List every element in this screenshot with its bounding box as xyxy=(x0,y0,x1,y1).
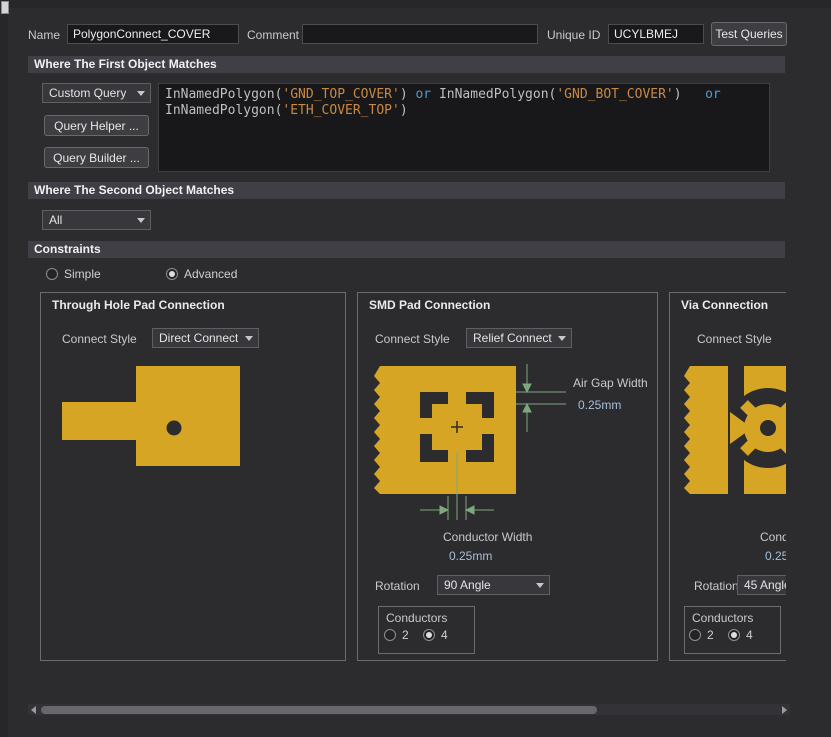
radio-selected-icon xyxy=(166,268,178,280)
arrow-left-icon xyxy=(31,706,36,714)
chevron-down-icon xyxy=(558,336,566,341)
second-object-scope-value: All xyxy=(49,213,62,227)
window-left-edge xyxy=(0,0,8,737)
via-rotation-value: 45 Angle xyxy=(744,578,786,592)
advanced-mode-radio[interactable]: Advanced xyxy=(166,267,237,281)
query-token: ) xyxy=(674,87,682,102)
first-object-scope-value: Custom Query xyxy=(49,86,126,100)
second-object-scope-dropdown[interactable]: All xyxy=(42,210,151,230)
chevron-down-icon xyxy=(536,583,544,588)
name-label: Name xyxy=(28,28,60,42)
radio-selected-icon xyxy=(423,629,435,641)
via-conductors-label: Conductors xyxy=(692,611,753,625)
simple-mode-label: Simple xyxy=(64,267,101,281)
smd-conductors-label: Conductors xyxy=(386,611,447,625)
smd-rotation-value: 90 Angle xyxy=(444,578,491,592)
via-conductors-2-radio[interactable]: 2 xyxy=(689,628,714,642)
query-helper-button[interactable]: Query Helper ... xyxy=(44,115,149,136)
comment-input[interactable] xyxy=(302,24,538,44)
second-object-section-header: Where The Second Object Matches xyxy=(28,182,785,199)
simple-mode-radio[interactable]: Simple xyxy=(46,267,101,281)
smd-conductors-4-radio[interactable]: 4 xyxy=(423,628,448,642)
constraints-section-header: Constraints xyxy=(28,241,785,258)
pad-hole xyxy=(167,421,182,436)
query-token: ) xyxy=(400,103,408,118)
air-gap-width-label: Air Gap Width xyxy=(573,376,648,390)
through-hole-title: Through Hole Pad Connection xyxy=(52,298,225,312)
query-text: InNamedPolygon('GND_TOP_COVER') or InNam… xyxy=(165,87,721,118)
via-conductors-4-radio[interactable]: 4 xyxy=(728,628,753,642)
through-hole-connect-style-value: Direct Connect xyxy=(159,331,238,345)
smd-rotation-dropdown[interactable]: 90 Angle xyxy=(437,575,550,595)
smd-connect-style-label: Connect Style xyxy=(375,332,450,346)
smd-conductors-4-label: 4 xyxy=(441,628,448,642)
query-token: or xyxy=(415,87,431,102)
radio-selected-icon xyxy=(728,629,740,641)
query-editor[interactable]: InNamedPolygon('GND_TOP_COVER') or InNam… xyxy=(158,83,770,172)
comment-label: Comment xyxy=(247,28,299,42)
radio-icon xyxy=(384,629,396,641)
smd-connect-style-dropdown[interactable]: Relief Connect xyxy=(466,328,572,348)
through-hole-connect-style-label: Connect Style xyxy=(62,332,137,346)
query-token: ) xyxy=(400,87,416,102)
query-token: 'GND_BOT_COVER' xyxy=(556,87,673,102)
smd-conductor-width-value: 0.25mm xyxy=(449,549,492,563)
via-conductors-2-label: 2 xyxy=(707,628,714,642)
query-token: or xyxy=(705,87,721,102)
smd-title: SMD Pad Connection xyxy=(369,298,490,312)
test-queries-button[interactable]: Test Queries xyxy=(711,22,787,46)
via-title: Via Connection xyxy=(681,298,768,312)
copper-polygon-strip xyxy=(684,366,728,494)
advanced-mode-label: Advanced xyxy=(184,267,237,281)
query-token: 'ETH_COVER_TOP' xyxy=(282,103,399,118)
window-top-edge xyxy=(0,0,831,8)
via-relief-connect-graphic xyxy=(678,362,786,502)
parent-window-fragment xyxy=(1,1,9,14)
through-hole-connect-style-dropdown[interactable]: Direct Connect xyxy=(152,328,259,348)
query-token: 'GND_TOP_COVER' xyxy=(282,87,399,102)
relief-connect-graphic xyxy=(366,362,581,528)
via-conductors-4-label: 4 xyxy=(746,628,753,642)
via-conductor-width-label: Conductor Width xyxy=(760,530,786,544)
constraints-viewport: Through Hole Pad Connection Connect Styl… xyxy=(28,292,786,672)
scroll-right-button[interactable] xyxy=(779,704,790,715)
smd-rotation-label: Rotation xyxy=(375,579,420,593)
air-gap-width-value: 0.25mm xyxy=(578,398,621,412)
radio-icon xyxy=(689,629,701,641)
via-rotation-label: Rotation xyxy=(694,579,739,593)
smd-conductors-2-radio[interactable]: 2 xyxy=(384,628,409,642)
via-hole xyxy=(760,420,776,436)
copper-polygon-shape xyxy=(62,366,240,466)
smd-conductors-2-label: 2 xyxy=(402,628,409,642)
via-connect-style-label: Connect Style xyxy=(697,332,772,346)
radio-icon xyxy=(46,268,58,280)
chevron-down-icon xyxy=(245,336,253,341)
first-object-scope-dropdown[interactable]: Custom Query xyxy=(42,83,151,103)
arrow-right-icon xyxy=(782,706,787,714)
via-rotation-dropdown[interactable]: 45 Angle xyxy=(737,575,786,595)
unique-id-label: Unique ID xyxy=(547,28,600,42)
first-object-section-header: Where The First Object Matches xyxy=(28,56,785,73)
name-input[interactable] xyxy=(67,24,239,44)
chevron-down-icon xyxy=(137,91,145,96)
query-token: InNamedPolygon( xyxy=(165,103,282,118)
scroll-left-button[interactable] xyxy=(28,704,39,715)
direct-connect-graphic xyxy=(58,362,258,474)
chevron-down-icon xyxy=(137,218,145,223)
query-token: InNamedPolygon( xyxy=(431,87,556,102)
via-conductor-width-value: 0.25mm xyxy=(765,549,786,563)
unique-id-input[interactable] xyxy=(608,24,704,44)
query-builder-button[interactable]: Query Builder ... xyxy=(44,147,149,168)
smd-connect-style-value: Relief Connect xyxy=(473,331,552,345)
horizontal-scrollbar-thumb[interactable] xyxy=(41,706,597,714)
query-token: InNamedPolygon( xyxy=(165,87,282,102)
query-token xyxy=(682,87,705,102)
smd-conductor-width-label: Conductor Width xyxy=(443,530,532,544)
